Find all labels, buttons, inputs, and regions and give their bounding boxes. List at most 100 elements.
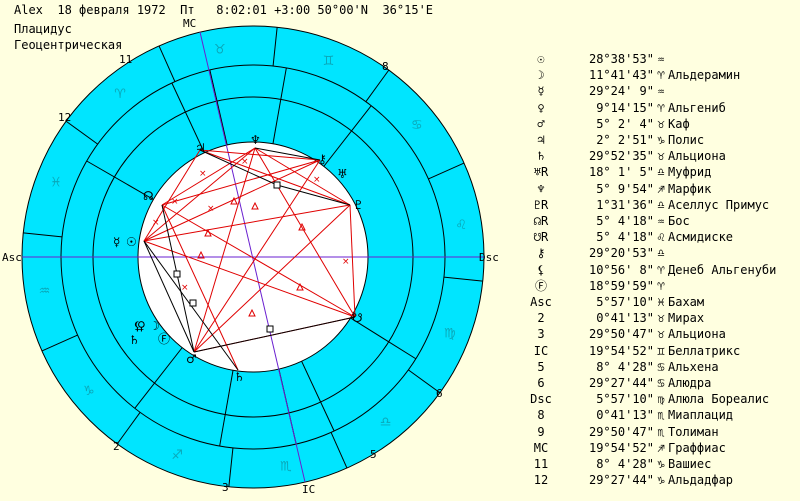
position-symbol: ☊R xyxy=(533,214,549,228)
saturn-icon: ♄ xyxy=(129,333,140,347)
position-sign-icon: ♉ xyxy=(657,311,665,326)
table-row: ☊R 5° 4'18" ♒ Бос xyxy=(520,213,690,229)
position-degree: 5°57'10" xyxy=(596,295,654,309)
position-degree: 5° 4'18" xyxy=(596,230,654,245)
table-row: MC 19°54'52" ♐ Граффиас xyxy=(520,440,726,456)
table-row: ☽ 11°41'43" ♈ Альдерамин xyxy=(520,67,740,83)
position-sign-icon: ♊ xyxy=(657,343,665,358)
uranus-icon: ♅ xyxy=(337,167,348,181)
house-5-label: 5 xyxy=(370,448,377,461)
fixed-star-name: Альгениб xyxy=(668,100,726,115)
table-row: Dsc 5°57'10" ♍ Алюла Бореалис xyxy=(520,391,769,407)
position-sign-icon: ♋ xyxy=(657,376,665,390)
table-row: 2 0°41'13" ♉ Мирах xyxy=(520,310,704,326)
table-row: ☋R 5° 4'18" ♌ Асмидиске xyxy=(520,229,733,245)
ic-label: IC xyxy=(302,483,315,496)
position-sign-icon: ♑ xyxy=(657,473,665,488)
position-sign-icon: ♈ xyxy=(657,278,665,293)
zodiac-sign-glyph: ♒ xyxy=(39,284,51,299)
svg-text:×: × xyxy=(342,257,350,267)
position-sign-icon: ♏ xyxy=(657,424,665,439)
zodiac-sign-glyph: ♍ xyxy=(444,327,456,342)
fixed-star-name: Бос xyxy=(668,214,690,228)
position-sign-icon: ♉ xyxy=(657,116,665,131)
chiron-icon: ⚷ xyxy=(318,152,327,166)
position-sign-icon: ♈ xyxy=(657,68,665,83)
table-row: 12 29°27'44" ♑ Альдадфар xyxy=(520,472,733,488)
position-degree: 29°27'44" xyxy=(588,473,654,488)
position-degree: 9°14'15" xyxy=(596,100,654,115)
fixed-star-name: Альциона xyxy=(668,327,726,342)
position-symbol: 3 xyxy=(537,327,545,342)
dsc-label: Dsc xyxy=(479,251,499,264)
sun-icon: ☉ xyxy=(126,235,137,249)
fortune-icon: Ⓕ xyxy=(158,332,170,346)
house-11-label: 11 xyxy=(119,53,132,66)
position-degree: 29°50'47" xyxy=(588,424,654,439)
position-degree: 11°41'43" xyxy=(588,68,654,83)
position-sign-icon: ♒ xyxy=(657,214,665,228)
position-degree: 5° 2' 4" xyxy=(596,116,654,131)
svg-text:×: × xyxy=(152,218,160,228)
position-degree: 28°38'53" xyxy=(588,52,654,66)
house-12-label: 12 xyxy=(58,111,71,124)
position-symbol: 9 xyxy=(537,424,545,439)
moon-icon: ☽ xyxy=(149,319,160,333)
zodiac-sign-glyph: ♐ xyxy=(171,448,183,463)
house-6-label: 6 xyxy=(436,387,443,400)
zodiac-sign-glyph: ♊ xyxy=(323,54,335,69)
neptune-icon: ♆ xyxy=(250,133,261,147)
fixed-star-name: Марфик xyxy=(668,181,712,196)
position-sign-icon: ♑ xyxy=(657,133,665,147)
table-row: 6 29°27'44" ♋ Алюдра xyxy=(520,375,711,391)
jupiter-icon: ♃ xyxy=(195,141,206,155)
table-row: ♃ 2° 2'51" ♑ Полис xyxy=(520,132,704,148)
zodiac-sign-glyph: ♎ xyxy=(380,415,392,430)
position-symbol: ♆ xyxy=(537,181,545,196)
position-degree: 0°41'13" xyxy=(596,408,654,423)
asc-label: Asc xyxy=(2,251,22,264)
fixed-star-name: Денеб Альгенуби xyxy=(668,262,777,277)
position-symbol: Asc xyxy=(530,295,552,309)
table-row: ♂ 5° 2' 4" ♉ Каф xyxy=(520,116,689,132)
fixed-star-name: Полис xyxy=(668,133,705,147)
position-symbol: ♂ xyxy=(537,116,545,131)
position-symbol: ☿ xyxy=(537,84,545,99)
mercury-icon: ☿ xyxy=(113,235,120,249)
position-sign-icon: ♓ xyxy=(657,295,665,309)
fixed-star-name: Мирах xyxy=(668,311,705,326)
position-degree: 10°56' 8" xyxy=(588,262,654,277)
position-symbol: Dsc xyxy=(530,392,552,407)
fixed-star-name: Миаплацид xyxy=(668,408,734,423)
table-row: ♆ 5° 9'54" ♐ Марфик xyxy=(520,181,711,197)
position-sign-icon: ♎ xyxy=(657,197,665,212)
position-sign-icon: ♎ xyxy=(657,246,665,261)
position-degree: 19°54'52" xyxy=(588,343,654,358)
position-symbol: ☉ xyxy=(537,52,545,66)
mc-label: MC xyxy=(183,17,196,30)
table-row: 9 29°50'47" ♏ Толиман xyxy=(520,424,718,440)
position-symbol: ☋R xyxy=(533,230,549,245)
table-row: Ⓕ 18°59'59" ♈ xyxy=(520,278,668,294)
position-symbol: 8 xyxy=(537,408,545,423)
position-sign-icon: ♒ xyxy=(657,52,665,66)
svg-text:×: × xyxy=(241,157,249,167)
fixed-star-name: Бахам xyxy=(668,295,705,309)
fixed-star-name: Альдадфар xyxy=(668,473,734,488)
table-row: ⚷ 29°20'53" ♎ xyxy=(520,245,668,261)
position-degree: 5°57'10" xyxy=(596,392,654,407)
table-row: 5 8° 4'28" ♋ Альхена xyxy=(520,359,718,375)
table-row: ♄ 29°52'35" ♉ Альциона xyxy=(520,148,725,164)
svg-text:×: × xyxy=(181,283,189,293)
pluto-icon: ♇ xyxy=(353,198,364,212)
svg-text:×: × xyxy=(199,169,207,179)
position-symbol: ⚷ xyxy=(536,246,546,261)
position-symbol: 12 xyxy=(533,473,549,488)
position-symbol: 2 xyxy=(537,311,545,326)
position-degree: 29°27'44" xyxy=(588,376,654,390)
position-symbol: IC xyxy=(533,343,549,358)
position-sign-icon: ♌ xyxy=(657,230,665,245)
fixed-star-name: Алюла Бореалис xyxy=(668,392,770,407)
position-sign-icon: ♉ xyxy=(657,327,665,342)
zodiac-sign-glyph: ♈ xyxy=(114,87,126,102)
